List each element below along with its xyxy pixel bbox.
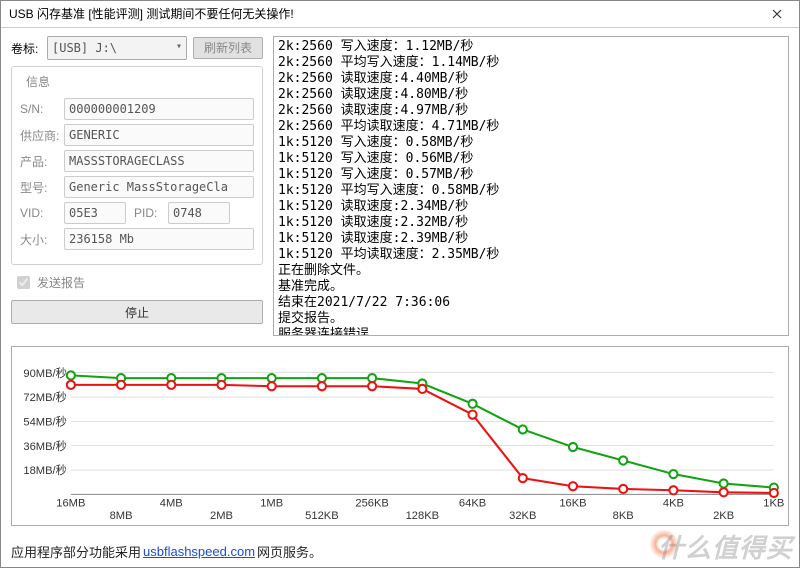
footer: 应用程序部分功能采用 usbflashspeed.com 网页服务。 (11, 542, 322, 561)
svg-text:64KB: 64KB (459, 498, 486, 510)
vendor-label: 供应商: (20, 127, 64, 144)
svg-text:1KB: 1KB (763, 498, 784, 510)
svg-text:16KB: 16KB (559, 498, 586, 510)
titlebar: USB 闪存基准 [性能评测] 测试期间不要任何无关操作! (1, 1, 799, 28)
svg-text:128KB: 128KB (406, 510, 440, 522)
send-report-checkbox[interactable]: 发送报告 (13, 273, 261, 292)
watermark-badge-icon (649, 529, 679, 559)
footer-link[interactable]: usbflashspeed.com (143, 544, 255, 559)
vendor-value: GENERIC (64, 124, 254, 146)
svg-text:18MB/秒: 18MB/秒 (23, 463, 66, 477)
close-button[interactable] (755, 1, 799, 27)
svg-text:8MB: 8MB (110, 510, 133, 522)
window-title: USB 闪存基准 [性能评测] 测试期间不要任何无关操作! (9, 1, 755, 27)
svg-text:32KB: 32KB (509, 510, 536, 522)
left-column: 卷标: [USB] J:\ ▾ 刷新列表 信息 S/N:000000001209… (11, 36, 263, 336)
window-body: 卷标: [USB] J:\ ▾ 刷新列表 信息 S/N:000000001209… (1, 28, 799, 567)
watermark-text: 什么值得买 (658, 528, 793, 565)
svg-text:90MB/秒: 90MB/秒 (23, 366, 66, 380)
svg-text:4MB: 4MB (160, 498, 183, 510)
drive-select-value: [USB] J:\ (52, 41, 117, 55)
footer-prefix: 应用程序部分功能采用 (11, 542, 141, 561)
info-groupbox: 信息 S/N:000000001209 供应商:GENERIC 产品:MASSS… (11, 66, 263, 265)
svg-text:54MB/秒: 54MB/秒 (23, 414, 66, 428)
chart-panel: 18MB/秒 36MB/秒 54MB/秒 72MB/秒 90MB/秒 16MB 8MB 4MB… (11, 346, 789, 526)
svg-text:512KB: 512KB (305, 510, 339, 522)
product-label: 产品: (20, 153, 64, 170)
product-value: MASSSTORAGECLASS (64, 150, 254, 172)
chevron-down-icon: ▾ (176, 41, 182, 52)
send-report-label: 发送报告 (37, 274, 85, 291)
top-row: 卷标: [USB] J:\ ▾ 刷新列表 信息 S/N:000000001209… (11, 36, 789, 336)
speed-chart: 18MB/秒 36MB/秒 54MB/秒 72MB/秒 90MB/秒 16MB 8MB 4MB… (16, 351, 784, 523)
svg-text:16MB: 16MB (56, 498, 85, 510)
drive-select[interactable]: [USB] J:\ ▾ (47, 36, 187, 60)
stop-button[interactable]: 停止 (11, 300, 263, 324)
log-output[interactable]: 2k:2560 写入速度：1.12MB/秒 2k:2560 平均写入速度：1.1… (273, 36, 789, 336)
svg-text:72MB/秒: 72MB/秒 (23, 390, 66, 404)
vid-value: 05E3 (64, 202, 126, 224)
sn-label: S/N: (20, 102, 64, 116)
footer-suffix: 网页服务。 (257, 542, 322, 561)
svg-text:8KB: 8KB (613, 510, 634, 522)
drive-label: 卷标: (11, 40, 41, 57)
drive-row: 卷标: [USB] J:\ ▾ 刷新列表 (11, 36, 263, 60)
svg-text:36MB/秒: 36MB/秒 (23, 439, 66, 453)
refresh-button[interactable]: 刷新列表 (193, 37, 263, 59)
size-label: 大小: (20, 231, 64, 248)
app-window: USB 闪存基准 [性能评测] 测试期间不要任何无关操作! 卷标: [USB] … (0, 0, 800, 568)
svg-text:4KB: 4KB (663, 498, 684, 510)
model-label: 型号: (20, 179, 64, 196)
vid-label: VID: (20, 206, 64, 220)
svg-text:256KB: 256KB (355, 498, 389, 510)
svg-text:2MB: 2MB (210, 510, 233, 522)
send-report-input[interactable] (17, 276, 30, 289)
pid-value: 0748 (168, 202, 230, 224)
info-header: 信息 (22, 73, 54, 90)
sn-value: 000000001209 (64, 98, 254, 120)
pid-label: PID: (134, 206, 168, 220)
size-value: 236158 Mb (64, 228, 254, 250)
svg-text:1MB: 1MB (260, 498, 283, 510)
svg-text:2KB: 2KB (713, 510, 734, 522)
model-value: Generic MassStorageCla (64, 176, 254, 198)
close-icon (772, 9, 782, 19)
